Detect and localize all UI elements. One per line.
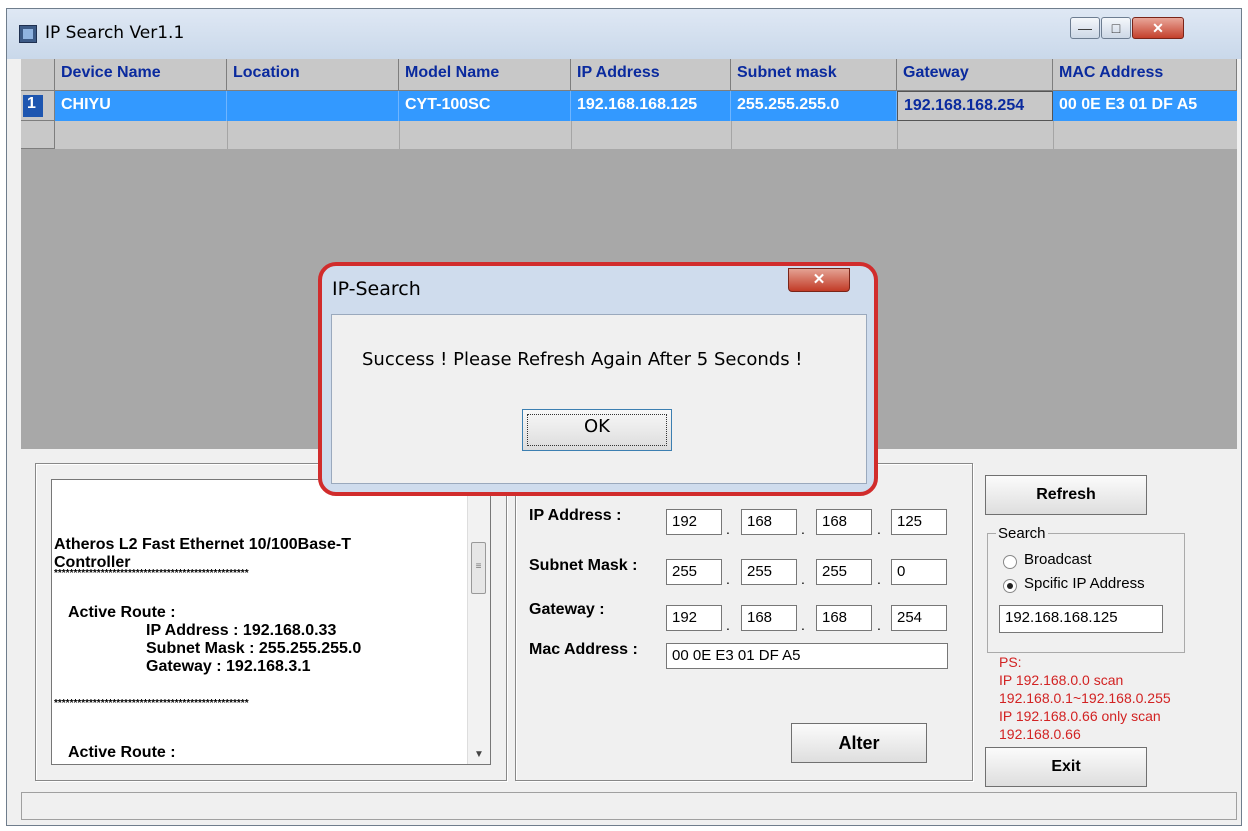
dot: . xyxy=(801,521,805,537)
close-icon: ✕ xyxy=(1152,19,1164,36)
close-button[interactable]: ✕ xyxy=(1132,17,1184,39)
grid-divider xyxy=(1053,121,1054,149)
grid-divider xyxy=(571,121,572,149)
ip-octet-4[interactable]: 125 xyxy=(891,509,947,535)
separator: ****************************************… xyxy=(54,568,249,579)
specific-ip-label[interactable]: Spcific IP Address xyxy=(1024,575,1145,592)
cell-gateway[interactable]: 192.168.168.254 xyxy=(897,91,1053,121)
alter-button[interactable]: Alter xyxy=(791,723,927,763)
minimize-button[interactable]: — xyxy=(1070,17,1100,39)
route-mask: Subnet Mask : 255.255.255.0 xyxy=(146,640,362,657)
adapter-name: Atheros L2 Fast Ethernet 10/100Base-T xyxy=(54,536,351,553)
search-legend: Search xyxy=(996,525,1048,542)
grid-divider xyxy=(399,121,400,149)
dot: . xyxy=(726,617,730,633)
broadcast-radio[interactable] xyxy=(1003,555,1017,569)
message-dialog: IP-Search ✕ Success ! Please Refresh Aga… xyxy=(318,262,878,496)
dialog-message: Success ! Please Refresh Again After 5 S… xyxy=(362,349,803,370)
dialog-body: Success ! Please Refresh Again After 5 S… xyxy=(331,314,867,484)
close-icon: ✕ xyxy=(812,271,826,288)
row-header-1[interactable]: 1 xyxy=(21,91,55,121)
column-model-name[interactable]: Model Name xyxy=(399,59,571,91)
adapter-info-textbox[interactable]: Atheros L2 Fast Ethernet 10/100Base-T Co… xyxy=(51,479,491,765)
cell-location[interactable] xyxy=(227,91,399,121)
mask-octet-2[interactable]: 255 xyxy=(741,559,797,585)
column-location[interactable]: Location xyxy=(227,59,399,91)
dot: . xyxy=(726,571,730,587)
row-number: 1 xyxy=(27,95,36,112)
ps-note: PS: IP 192.168.0.0 scan 192.168.0.1~192.… xyxy=(999,653,1171,743)
gw-octet-3[interactable]: 168 xyxy=(816,605,872,631)
maximize-button[interactable]: □ xyxy=(1101,17,1131,39)
dot: . xyxy=(726,521,730,537)
mask-octet-4[interactable]: 0 xyxy=(891,559,947,585)
ps-line: IP 192.168.0.66 only scan xyxy=(999,708,1161,724)
cell-ip-address[interactable]: 192.168.168.125 xyxy=(571,91,731,121)
empty-row[interactable] xyxy=(55,121,1237,149)
gateway-label: Gateway : xyxy=(529,601,605,618)
mask-octet-1[interactable]: 255 xyxy=(666,559,722,585)
grid-divider xyxy=(897,121,898,149)
dot: . xyxy=(877,521,881,537)
ip-address-label: IP Address : xyxy=(529,507,622,524)
mac-address-field[interactable]: 00 0E E3 01 DF A5 xyxy=(666,643,948,669)
lower-panel: Atheros L2 Fast Ethernet 10/100Base-T Co… xyxy=(21,449,1237,787)
dot: . xyxy=(801,617,805,633)
active-route-label: Active Route : xyxy=(68,604,176,621)
ok-button[interactable]: OK xyxy=(522,409,672,451)
ps-line: 192.168.0.66 xyxy=(999,726,1081,742)
minimize-icon: — xyxy=(1078,20,1092,36)
specific-ip-radio[interactable] xyxy=(1003,579,1017,593)
status-bar xyxy=(21,792,1237,820)
grid-header: Device Name Location Model Name IP Addre… xyxy=(21,59,1237,91)
specific-ip-input[interactable]: 192.168.168.125 xyxy=(999,605,1163,633)
focus-ring xyxy=(527,414,667,446)
grid-divider xyxy=(731,121,732,149)
row-header-new[interactable] xyxy=(21,121,55,149)
ip-octet-1[interactable]: 192 xyxy=(666,509,722,535)
textbox-scrollbar[interactable]: ≡ ▼ xyxy=(467,480,490,764)
broadcast-label[interactable]: Broadcast xyxy=(1024,551,1092,568)
cell-subnet-mask[interactable]: 255.255.255.0 xyxy=(731,91,897,121)
route-gateway: Gateway : 192.168.3.1 xyxy=(146,658,311,675)
route-ip: IP Address : 192.168.0.33 xyxy=(146,622,337,639)
cell-device-name[interactable]: CHIYU xyxy=(55,91,227,121)
cell-model-name[interactable]: CYT-100SC xyxy=(399,91,571,121)
column-gateway[interactable]: Gateway xyxy=(897,59,1053,91)
dialog-close-button[interactable]: ✕ xyxy=(788,268,850,292)
grid-corner xyxy=(21,59,55,91)
column-subnet-mask[interactable]: Subnet mask xyxy=(731,59,897,91)
ip-octet-3[interactable]: 168 xyxy=(816,509,872,535)
dialog-title: IP-Search xyxy=(332,278,421,300)
refresh-button[interactable]: Refresh xyxy=(985,475,1147,515)
active-route-label-2: Active Route : xyxy=(68,744,176,761)
gw-octet-1[interactable]: 192 xyxy=(666,605,722,631)
dot: . xyxy=(877,617,881,633)
ip-octet-2[interactable]: 168 xyxy=(741,509,797,535)
ps-line: 192.168.0.1~192.168.0.255 xyxy=(999,690,1171,706)
app-icon xyxy=(19,25,37,43)
cell-mac-address[interactable]: 00 0E E3 01 DF A5 xyxy=(1053,91,1237,121)
grid-divider xyxy=(227,121,228,149)
subnet-mask-label: Subnet Mask : xyxy=(529,557,638,574)
dot: . xyxy=(801,571,805,587)
window-title: IP Search Ver1.1 xyxy=(45,23,185,43)
ps-line: IP 192.168.0.0 scan xyxy=(999,672,1124,688)
gw-octet-2[interactable]: 168 xyxy=(741,605,797,631)
column-ip-address[interactable]: IP Address xyxy=(571,59,731,91)
scroll-thumb[interactable]: ≡ xyxy=(471,542,486,594)
scroll-down-icon[interactable]: ▼ xyxy=(474,749,484,760)
dot: . xyxy=(877,571,881,587)
column-device-name[interactable]: Device Name xyxy=(55,59,227,91)
exit-button[interactable]: Exit xyxy=(985,747,1147,787)
separator: ****************************************… xyxy=(54,698,249,709)
maximize-icon: □ xyxy=(1111,20,1121,36)
mac-address-label: Mac Address : xyxy=(529,641,638,658)
gw-octet-4[interactable]: 254 xyxy=(891,605,947,631)
ps-line: PS: xyxy=(999,654,1022,670)
title-bar[interactable]: IP Search Ver1.1 — □ ✕ xyxy=(7,9,1241,59)
mask-octet-3[interactable]: 255 xyxy=(816,559,872,585)
column-mac-address[interactable]: MAC Address xyxy=(1053,59,1237,91)
